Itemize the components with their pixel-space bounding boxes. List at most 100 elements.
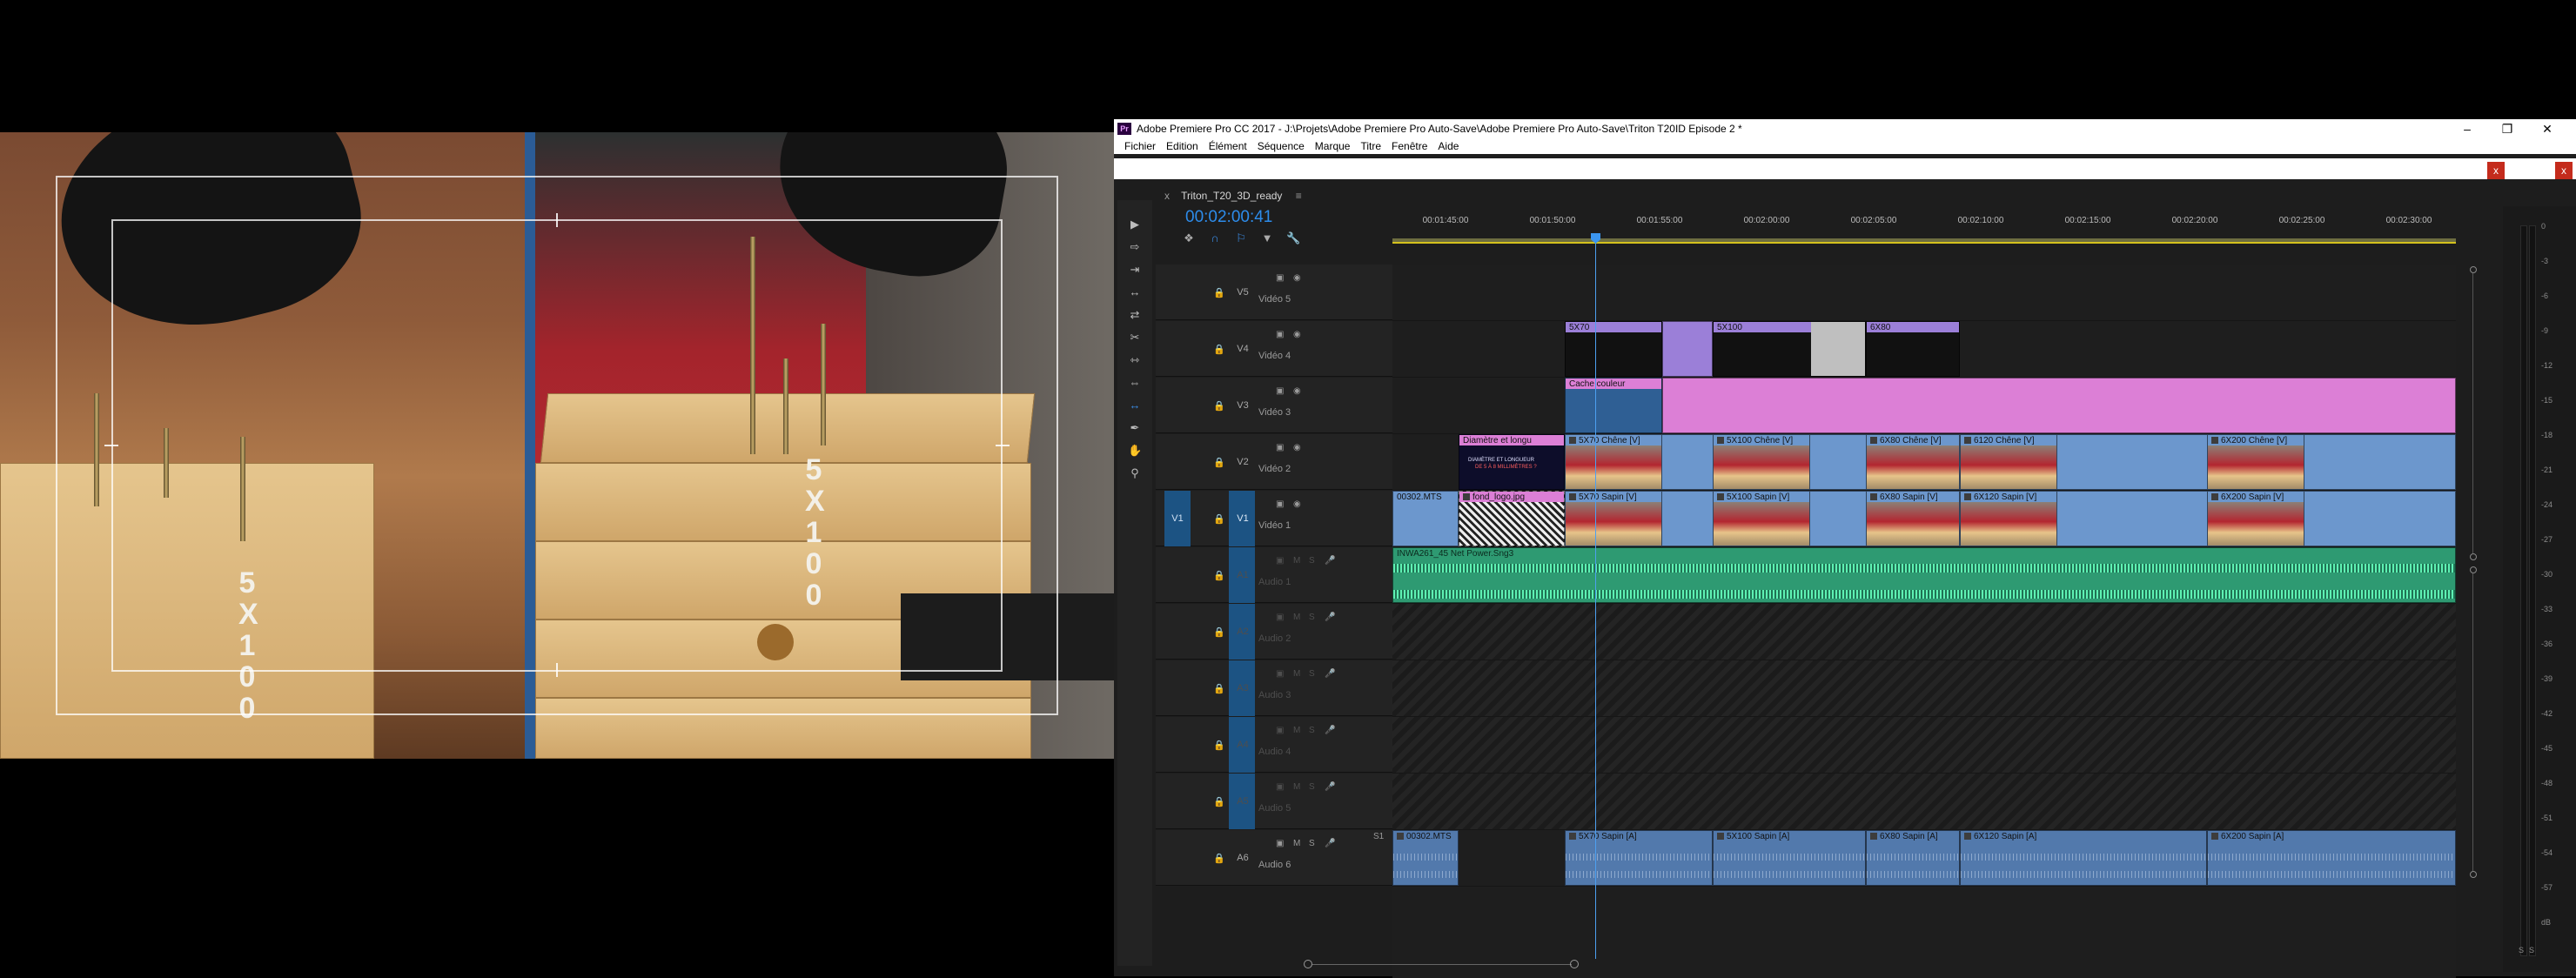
track-select-tool-icon[interactable]: ⇨ [1128, 240, 1142, 254]
solo-button[interactable]: S [1309, 613, 1315, 622]
clip-a6-6x120-sapin[interactable]: 6X120 Sapin [A] [1960, 830, 2207, 886]
lock-icon[interactable]: 🔒 [1213, 513, 1225, 525]
time-ruler[interactable]: 00:01:45:00 00:01:50:00 00:01:55:00 00:0… [1392, 202, 2456, 244]
rate-stretch-tool-icon[interactable]: ⇄ [1128, 308, 1142, 322]
menu-sequence[interactable]: Séquence [1252, 138, 1310, 154]
track-name[interactable]: V2 [1232, 457, 1253, 467]
track-name[interactable]: V5 [1232, 287, 1253, 298]
lane-a5[interactable] [1392, 774, 2456, 830]
solo-button[interactable]: S [1309, 782, 1315, 792]
clip-v4-6x80[interactable]: 6X80 [1866, 321, 1960, 377]
menu-fichier[interactable]: Fichier [1119, 138, 1161, 154]
solo-button[interactable]: S [1309, 839, 1315, 848]
clip-a6-6x80-sapin[interactable]: 6X80 Sapin [A] [1866, 830, 1960, 886]
mute-button[interactable]: M [1293, 613, 1300, 622]
slip-tool-icon[interactable]: ⇿ [1128, 353, 1142, 367]
eye-icon[interactable]: ◉ [1293, 443, 1301, 452]
toggle-sync-lock-icon[interactable]: ▣ [1276, 669, 1284, 679]
toggle-sync-lock-icon[interactable]: ▣ [1276, 556, 1284, 566]
clip-v2-6x200-chene[interactable]: 6X200 Chêne [V] [2207, 434, 2304, 490]
minimize-button[interactable]: – [2447, 119, 2487, 138]
lane-v5[interactable] [1392, 265, 2456, 321]
hand-tool-icon[interactable]: ✋ [1128, 444, 1142, 458]
solo-button[interactable]: S [1309, 726, 1315, 735]
lane-v1[interactable]: 00302.MTS fond_logo.jpg 5X70 Sapin [V] 5… [1392, 491, 2456, 547]
horizontal-zoom-scrollbar[interactable] [1304, 960, 2498, 968]
track-name[interactable]: V4 [1232, 344, 1253, 354]
track-name[interactable]: A3 [1232, 683, 1253, 693]
lane-a4[interactable] [1392, 717, 2456, 774]
clip-v2-title[interactable]: Diamètre et longu DIAMÈTRE ET LONGUEUR D… [1459, 434, 1565, 490]
track-name[interactable]: A1 [1232, 570, 1253, 580]
eye-icon[interactable]: ◉ [1293, 386, 1301, 396]
toggle-sync-lock-icon[interactable]: ▣ [1276, 499, 1284, 509]
mute-button[interactable]: M [1293, 669, 1300, 679]
track-name[interactable]: A6 [1232, 853, 1253, 863]
lane-v4[interactable]: 5X70 5X100 6X80 [1392, 321, 2456, 378]
lock-icon[interactable]: 🔒 [1213, 626, 1225, 638]
lock-icon[interactable]: 🔒 [1213, 457, 1225, 468]
eye-icon[interactable]: ◉ [1293, 330, 1301, 339]
lane-v3[interactable]: Cache couleur [1392, 378, 2456, 434]
mute-button[interactable]: M [1293, 782, 1300, 792]
toggle-sync-lock-icon[interactable]: ▣ [1276, 726, 1284, 735]
toggle-sync-lock-icon[interactable]: ▣ [1276, 613, 1284, 622]
track-area[interactable]: 5X70 5X100 6X80 Cache couleur Diamètre e… [1392, 265, 2456, 978]
clip-v1-00302-mts[interactable]: 00302.MTS [1392, 491, 1459, 546]
close-button[interactable]: ✕ [2527, 119, 2567, 138]
lane-a6[interactable]: 00302.MTS 5X70 Sapin [A] 5X100 Sapin [A]… [1392, 830, 2456, 887]
lock-icon[interactable]: 🔒 [1213, 796, 1225, 807]
mic-icon[interactable]: 🎤 [1325, 782, 1335, 792]
mic-icon[interactable]: 🎤 [1325, 669, 1335, 679]
lock-icon[interactable]: 🔒 [1213, 853, 1225, 864]
clip-v2-5x100-chene[interactable]: 5X100 Chêne [V] [1713, 434, 1810, 490]
track-name[interactable]: V1 [1232, 513, 1253, 524]
clip-v1-6x200-sapin[interactable]: 6X200 Sapin [V] [2207, 491, 2304, 546]
mute-button[interactable]: M [1293, 839, 1300, 848]
lock-icon[interactable]: 🔒 [1213, 683, 1225, 694]
lock-icon[interactable]: 🔒 [1213, 344, 1225, 355]
maximize-button[interactable]: ❐ [2487, 119, 2527, 138]
toggle-sync-lock-icon[interactable]: ▣ [1276, 839, 1284, 848]
panel-menu-icon[interactable]: ≡ [1296, 190, 1302, 202]
mic-icon[interactable]: 🎤 [1325, 613, 1335, 622]
toggle-sync-lock-icon[interactable]: ▣ [1276, 782, 1284, 792]
meter-solo-left[interactable]: S [2519, 946, 2524, 955]
clip-v3-cache-couleur[interactable] [1662, 378, 2456, 433]
clip-a6-6x200-sapin[interactable]: 6X200 Sapin [A] [2207, 830, 2456, 886]
clip-v4-5x70[interactable]: 5X70 [1565, 321, 1662, 377]
eye-icon[interactable]: ◉ [1293, 499, 1301, 509]
eye-icon[interactable]: ◉ [1293, 273, 1301, 283]
panel-close-button[interactable]: x [2487, 162, 2505, 179]
menu-aide[interactable]: Aide [1432, 138, 1464, 154]
menu-titre[interactable]: Titre [1355, 138, 1386, 154]
clip-a6-5x100-sapin[interactable]: 5X100 Sapin [A] [1713, 830, 1866, 886]
track-name[interactable]: A4 [1232, 740, 1253, 750]
mic-icon[interactable]: 🎤 [1325, 726, 1335, 735]
clip-v4-gap[interactable] [1662, 321, 1713, 377]
menu-edition[interactable]: Edition [1161, 138, 1204, 154]
clip-v3-cache-couleur-start[interactable]: Cache couleur [1565, 378, 1662, 433]
razor-tool-icon[interactable]: ✂ [1128, 331, 1142, 345]
clip-v2-5x70-chene[interactable]: 5X70 Chêne [V] [1565, 434, 1662, 490]
solo-button[interactable]: S [1309, 669, 1315, 679]
nest-toggle-icon[interactable]: ❖ [1182, 231, 1196, 245]
mute-button[interactable]: M [1293, 556, 1300, 566]
panel-close-button-2[interactable]: x [2555, 162, 2573, 179]
lock-icon[interactable]: 🔒 [1213, 400, 1225, 412]
clip-v2-6x80-chene[interactable]: 6X80 Chêne [V] [1866, 434, 1960, 490]
clip-a1-music[interactable]: INWA261_45 Net Power.Sng3 [1392, 547, 2456, 603]
linked-selection-icon[interactable]: ⚐ [1234, 231, 1248, 245]
mic-icon[interactable]: 🎤 [1325, 556, 1335, 566]
mic-icon[interactable]: 🎤 [1325, 839, 1335, 848]
solo-button[interactable]: S [1309, 556, 1315, 566]
slide-tool-icon[interactable]: ⇔ [1128, 376, 1142, 390]
sequence-tab[interactable]: x Triton_T20_3D_ready ≡ [1164, 190, 1302, 202]
lane-v2[interactable]: Diamètre et longu DIAMÈTRE ET LONGUEUR D… [1392, 434, 2456, 491]
slide-tool-active-icon[interactable]: ↔ [1128, 399, 1142, 412]
source-patch-a6[interactable]: S1 [1373, 832, 1384, 841]
video-vertical-scrollbar[interactable] [2468, 265, 2477, 560]
menu-marque[interactable]: Marque [1310, 138, 1356, 154]
audio-vertical-scrollbar[interactable] [2468, 565, 2477, 878]
menu-element[interactable]: Élément [1204, 138, 1252, 154]
